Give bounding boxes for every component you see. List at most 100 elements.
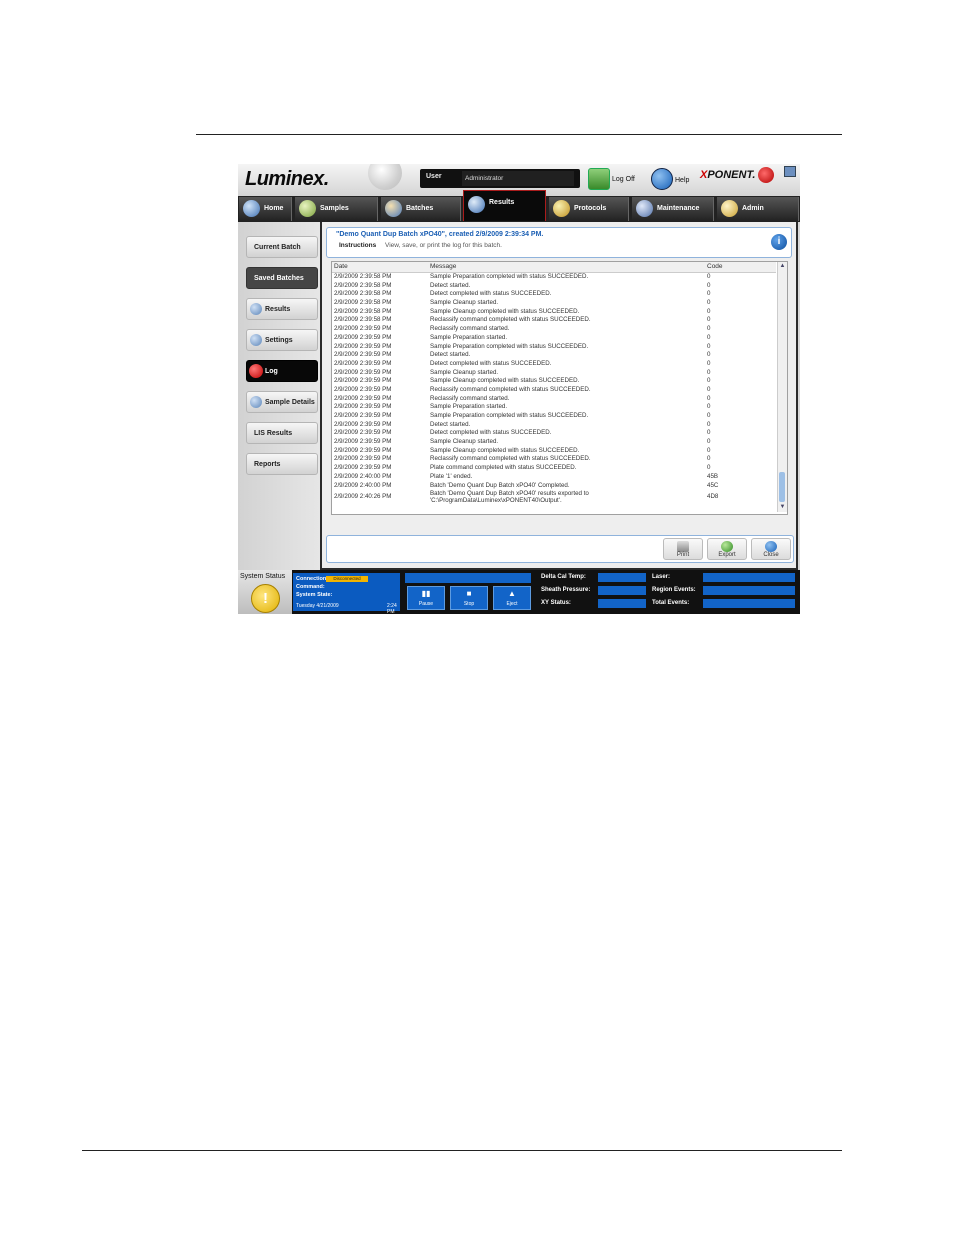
- sidebar-item-current-batch[interactable]: Current Batch: [246, 236, 318, 258]
- log-message: Sample Preparation started.: [430, 403, 508, 411]
- log-message: Sample Preparation completed with status…: [430, 412, 589, 419]
- log-row[interactable]: 2/9/2009 2:39:59 PM Reclassify command co…: [332, 386, 776, 395]
- tab-results[interactable]: Results: [463, 190, 546, 221]
- column-header-message[interactable]: Message: [430, 263, 456, 270]
- log-row[interactable]: 2/9/2009 2:39:59 PM Sample Cleanup comple…: [332, 377, 776, 386]
- print-label: Print: [676, 552, 690, 558]
- log-row[interactable]: 2/9/2009 2:39:58 PM Sample Cleanup starte…: [332, 299, 776, 308]
- log-row[interactable]: 2/9/2009 2:39:59 PM Reclassify command co…: [332, 455, 776, 464]
- window-restore-icon[interactable]: [784, 166, 796, 177]
- sidebar-item-label: Sample Details: [265, 399, 315, 406]
- tab-admin[interactable]: Admin: [717, 197, 799, 221]
- log-code: 0: [707, 420, 711, 428]
- laser-value: [703, 573, 795, 582]
- log-message: Reclassify command started.: [430, 325, 510, 333]
- sidebar-item-lis-results[interactable]: LIS Results: [246, 422, 318, 444]
- scroll-up-icon[interactable]: ▲: [779, 263, 786, 270]
- log-date: 2/9/2009 2:39:59 PM: [334, 377, 392, 385]
- total-events-value: [703, 599, 795, 608]
- log-row[interactable]: 2/9/2009 2:39:59 PM Sample Preparation st…: [332, 334, 776, 343]
- log-scrollbar[interactable]: ▲ ▼: [777, 262, 787, 512]
- sidebar-item-label: Log: [265, 368, 278, 375]
- log-code: 0: [707, 290, 711, 298]
- log-row[interactable]: 2/9/2009 2:40:26 PM Batch 'Demo Quant Dup…: [332, 490, 776, 504]
- logo-orb: [368, 164, 402, 190]
- log-row[interactable]: 2/9/2009 2:39:59 PM Sample Cleanup comple…: [332, 447, 776, 456]
- log-row[interactable]: 2/9/2009 2:39:59 PM Detect completed with…: [332, 429, 776, 438]
- sheath-pressure-label: Sheath Pressure:: [541, 587, 591, 593]
- eject-button[interactable]: ▲ Eject: [493, 586, 531, 610]
- tab-batches[interactable]: Batches: [381, 197, 461, 221]
- scroll-down-icon[interactable]: ▼: [779, 504, 786, 511]
- log-row[interactable]: 2/9/2009 2:39:59 PM Reclassify command st…: [332, 325, 776, 334]
- tab-samples[interactable]: Samples: [295, 197, 378, 221]
- stop-button[interactable]: ■ Stop: [450, 586, 488, 610]
- log-date: 2/9/2009 2:39:59 PM: [334, 342, 392, 350]
- log-row[interactable]: 2/9/2009 2:39:59 PM Sample Preparation co…: [332, 412, 776, 421]
- log-row[interactable]: 2/9/2009 2:40:00 PM Batch 'Demo Quant Dup…: [332, 482, 776, 491]
- pause-button[interactable]: ▮▮ Pause: [407, 586, 445, 610]
- log-message-line: 'C:\ProgramData\Luminex\xPONENT40\Output…: [430, 497, 562, 505]
- sidebar-item-sample-details[interactable]: Sample Details: [246, 391, 318, 413]
- log-row[interactable]: 2/9/2009 2:39:58 PM Reclassify command co…: [332, 316, 776, 325]
- log-message: Batch 'Demo Quant Dup Batch xPO40' Compl…: [430, 481, 570, 489]
- log-row[interactable]: 2/9/2009 2:39:59 PM Detect started. 0: [332, 351, 776, 360]
- log-date: 2/9/2009 2:39:59 PM: [334, 333, 392, 341]
- close-button[interactable]: Close: [751, 538, 791, 560]
- tab-protocols[interactable]: Protocols: [549, 197, 629, 221]
- log-code: 0: [707, 359, 711, 367]
- export-button[interactable]: Export: [707, 538, 747, 560]
- log-code: 0: [707, 438, 711, 446]
- tab-maintenance[interactable]: Maintenance: [632, 197, 714, 221]
- log-message: Detect started.: [430, 351, 471, 359]
- log-message: Detect completed with status SUCCEEDED.: [430, 429, 552, 437]
- sidebar-item-log[interactable]: Log: [246, 360, 318, 382]
- log-row[interactable]: 2/9/2009 2:39:59 PM Sample Preparation st…: [332, 403, 776, 412]
- log-row[interactable]: 2/9/2009 2:39:59 PM Plate command complet…: [332, 464, 776, 473]
- info-icon[interactable]: i: [771, 234, 787, 250]
- log-row[interactable]: 2/9/2009 2:39:59 PM Detect completed with…: [332, 360, 776, 369]
- user-box: User Administrator: [420, 169, 580, 188]
- connection-label: Connection:: [296, 576, 329, 582]
- maintenance-icon: [636, 200, 653, 217]
- sidebar-item-reports[interactable]: Reports: [246, 453, 318, 475]
- column-header-date[interactable]: Date: [334, 263, 348, 270]
- scroll-thumb[interactable]: [779, 472, 785, 502]
- system-status-panel: System Status !: [238, 570, 292, 614]
- instructions-text: View, save, or print the log for this ba…: [385, 242, 502, 249]
- log-row[interactable]: 2/9/2009 2:40:00 PM Plate '1' ended. 45B: [332, 473, 776, 482]
- batches-icon: [385, 200, 402, 217]
- warning-icon[interactable]: !: [251, 584, 280, 613]
- column-header-code[interactable]: Code: [707, 263, 723, 270]
- samples-icon: [299, 200, 316, 217]
- logoff-icon[interactable]: [588, 168, 610, 190]
- help-icon[interactable]: [651, 168, 673, 190]
- log-code: 0: [707, 455, 711, 463]
- log-row[interactable]: 2/9/2009 2:39:58 PM Sample Cleanup comple…: [332, 308, 776, 317]
- sidebar-item-settings[interactable]: Settings: [246, 329, 318, 351]
- log-row[interactable]: 2/9/2009 2:39:58 PM Detect completed with…: [332, 290, 776, 299]
- help-button-label[interactable]: Help: [675, 177, 689, 184]
- log-message: Sample Cleanup completed with status SUC…: [430, 446, 580, 454]
- log-row[interactable]: 2/9/2009 2:39:59 PM Detect started. 0: [332, 421, 776, 430]
- sidebar-item-saved-batches[interactable]: Saved Batches: [246, 267, 318, 289]
- sidebar-item-results[interactable]: Results: [246, 298, 318, 320]
- print-button[interactable]: Print: [663, 538, 703, 560]
- connection-status-badge: Disconnected: [326, 576, 368, 582]
- log-message: Sample Cleanup started.: [430, 438, 499, 446]
- tab-home[interactable]: Home: [239, 197, 292, 221]
- log-code: 0: [707, 464, 711, 472]
- system-state-label: System State:: [296, 592, 333, 598]
- xy-status-value: [598, 599, 646, 608]
- log-row[interactable]: 2/9/2009 2:39:59 PM Sample Cleanup starte…: [332, 438, 776, 447]
- log-row[interactable]: 2/9/2009 2:39:58 PM Detect started. 0: [332, 282, 776, 291]
- log-date: 2/9/2009 2:40:00 PM: [334, 481, 392, 489]
- log-row[interactable]: 2/9/2009 2:39:58 PM Sample Preparation co…: [332, 273, 776, 282]
- log-row[interactable]: 2/9/2009 2:39:59 PM Reclassify command st…: [332, 395, 776, 404]
- top-rule: [196, 134, 842, 135]
- log-row[interactable]: 2/9/2009 2:39:59 PM Sample Preparation co…: [332, 343, 776, 352]
- log-date: 2/9/2009 2:39:59 PM: [334, 429, 392, 437]
- log-date: 2/9/2009 2:39:59 PM: [334, 385, 392, 393]
- logoff-button-label[interactable]: Log Off: [612, 176, 635, 183]
- log-row[interactable]: 2/9/2009 2:39:59 PM Sample Cleanup starte…: [332, 369, 776, 378]
